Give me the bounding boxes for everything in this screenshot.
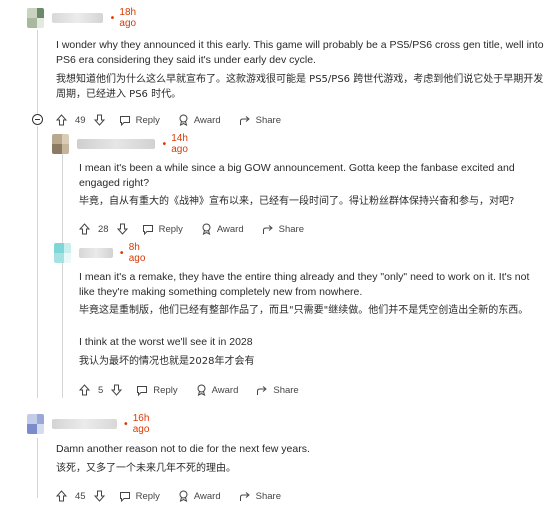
share-icon bbox=[239, 491, 250, 501]
award-label: Award bbox=[193, 114, 221, 126]
separator-dot: • bbox=[109, 12, 116, 24]
reply-icon bbox=[137, 385, 148, 396]
reply-button[interactable]: Reply bbox=[119, 491, 160, 502]
vote-count: 49 bbox=[75, 114, 86, 126]
upvote-icon[interactable] bbox=[79, 384, 90, 396]
timestamp: 16h ago bbox=[132, 413, 150, 435]
separator-dot: • bbox=[161, 138, 168, 150]
separator-dot: • bbox=[118, 247, 125, 259]
comment-translation: 该死，又多了一个未来几年不死的理由。 bbox=[56, 463, 236, 474]
reply-icon bbox=[119, 115, 130, 126]
comment-header: • 16h ago bbox=[27, 413, 164, 435]
downvote-icon[interactable] bbox=[93, 114, 105, 126]
comment-text: I mean it's been a while since a big GOW… bbox=[79, 162, 515, 189]
avatar[interactable] bbox=[52, 134, 70, 154]
downvote-icon[interactable] bbox=[116, 223, 128, 235]
award-icon bbox=[179, 114, 188, 126]
comment-translation: 毕竟，自从有重大的《战神》宣布以来，已经有一段时间了。得让粉丝群体保持兴奋和参与… bbox=[79, 196, 515, 207]
comment-text: I mean it's a remake, they have the enti… bbox=[79, 271, 530, 298]
award-button[interactable]: Award bbox=[201, 223, 244, 235]
username-redacted[interactable] bbox=[52, 419, 117, 429]
thread-line[interactable] bbox=[62, 152, 63, 244]
vote-count: 5 bbox=[98, 384, 104, 396]
comment-translation: 我想知道他们为什么这么早就宣布了。这款游戏很可能是 PS5/PS6 跨世代游戏，… bbox=[56, 74, 544, 100]
award-icon bbox=[202, 223, 211, 235]
comment-header: • 8h ago bbox=[54, 242, 155, 264]
share-button[interactable]: Share bbox=[256, 384, 299, 396]
comment-actions: 45 Reply Award Share bbox=[56, 487, 299, 505]
reply-label: Reply bbox=[153, 384, 178, 396]
avatar[interactable] bbox=[54, 243, 71, 263]
comment-header: • 18h ago bbox=[27, 7, 150, 29]
share-label: Share bbox=[255, 490, 281, 502]
share-button[interactable]: Share bbox=[239, 115, 281, 126]
username-redacted[interactable] bbox=[51, 13, 104, 23]
share-label: Share bbox=[278, 223, 304, 235]
reply-button[interactable]: Reply bbox=[119, 115, 160, 126]
comment-translation: 我认为最坏的情况也就是2028年才会有 bbox=[79, 356, 255, 367]
username-redacted[interactable] bbox=[77, 139, 156, 149]
reply-icon bbox=[119, 491, 130, 502]
comment-actions: 49 Reply Award Share bbox=[56, 111, 299, 129]
reply-label: Reply bbox=[135, 490, 160, 502]
share-button[interactable]: Share bbox=[239, 491, 281, 502]
award-icon bbox=[179, 490, 188, 502]
reply-button[interactable]: Reply bbox=[142, 224, 183, 235]
share-icon bbox=[262, 224, 273, 234]
avatar[interactable] bbox=[27, 414, 45, 434]
avatar[interactable] bbox=[27, 8, 44, 28]
thread-line[interactable] bbox=[37, 126, 38, 398]
reply-button[interactable]: Reply bbox=[136, 384, 178, 396]
reply-label: Reply bbox=[135, 114, 160, 126]
comment-header: • 14h ago bbox=[52, 133, 203, 155]
award-label: Award bbox=[211, 384, 239, 396]
award-label: Award bbox=[193, 490, 221, 502]
upvote-icon[interactable] bbox=[56, 114, 67, 126]
reply-icon bbox=[142, 224, 153, 235]
collapse-icon[interactable] bbox=[32, 114, 43, 125]
award-label: Award bbox=[216, 223, 244, 235]
comment-actions: 28 Reply Award Share bbox=[79, 220, 322, 238]
share-label: Share bbox=[273, 384, 299, 396]
share-icon bbox=[257, 385, 268, 395]
comment-actions: 5 Reply Award Share bbox=[79, 381, 317, 399]
award-button[interactable]: Award bbox=[178, 490, 221, 502]
thread-line[interactable] bbox=[62, 246, 63, 398]
comment-text: Damn another reason not to die for the n… bbox=[56, 443, 310, 455]
thread-line[interactable] bbox=[37, 438, 38, 498]
reply-label: Reply bbox=[158, 223, 183, 235]
share-label: Share bbox=[255, 114, 281, 126]
share-icon bbox=[239, 115, 250, 125]
award-button[interactable]: Award bbox=[196, 384, 239, 396]
comment-text: I think at the worst we'll see it in 202… bbox=[79, 336, 253, 348]
downvote-icon[interactable] bbox=[93, 490, 105, 502]
downvote-icon[interactable] bbox=[111, 384, 123, 396]
timestamp: 8h ago bbox=[128, 242, 146, 264]
award-button[interactable]: Award bbox=[178, 114, 221, 126]
timestamp: 18h ago bbox=[119, 7, 137, 29]
upvote-icon[interactable] bbox=[56, 490, 67, 502]
comment-translation: 毕竟这是重制版，他们已经有整部作品了，而且"只需要"继续做。他们并不是凭空创造出… bbox=[79, 305, 529, 316]
award-icon bbox=[197, 384, 206, 396]
username-redacted[interactable] bbox=[78, 248, 113, 258]
timestamp: 14h ago bbox=[171, 133, 188, 155]
upvote-icon[interactable] bbox=[79, 223, 90, 235]
share-button[interactable]: Share bbox=[262, 224, 304, 235]
vote-count: 45 bbox=[75, 490, 86, 502]
thread-line[interactable] bbox=[37, 30, 38, 116]
separator-dot: • bbox=[122, 418, 129, 430]
vote-count: 28 bbox=[98, 223, 109, 235]
comment-text: I wonder why they announced it this earl… bbox=[56, 39, 544, 66]
